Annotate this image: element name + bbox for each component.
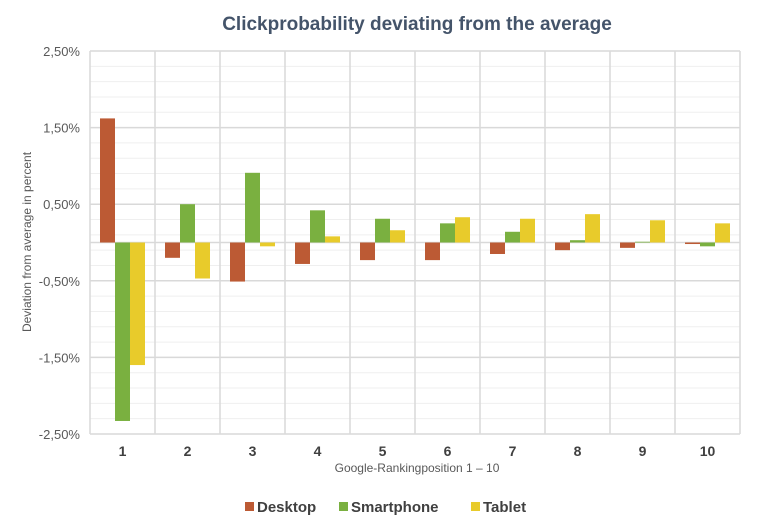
y-tick-label: 0,50%: [43, 197, 80, 212]
bar-smartphone-3: [245, 172, 260, 243]
bar-desktop-2: [165, 242, 180, 258]
x-tick-label: 1: [119, 443, 127, 459]
bar-smartphone-7: [505, 231, 520, 243]
bar-smartphone-2: [180, 204, 195, 243]
bar-desktop-1: [100, 118, 115, 243]
bar-smartphone-10: [700, 242, 715, 247]
bar-tablet-1: [130, 242, 145, 366]
bar-smartphone-5: [375, 218, 390, 243]
legend-swatch-desktop: [245, 502, 254, 511]
legend: Desktop Smartphone Tablet: [245, 499, 526, 516]
bar-smartphone-9: [635, 241, 650, 243]
bar-smartphone-8: [570, 240, 585, 243]
bar-tablet-2: [195, 242, 210, 279]
bar-tablet-9: [650, 220, 665, 243]
bar-smartphone-4: [310, 210, 325, 243]
y-axis-label: Deviation from average in percent: [20, 151, 34, 332]
bar-desktop-3: [230, 242, 245, 282]
y-tick-label: -1,50%: [39, 350, 81, 365]
bar-tablet-6: [455, 217, 470, 243]
bar-smartphone-6: [440, 223, 455, 243]
y-tick-label: -2,50%: [39, 427, 81, 442]
legend-swatch-tablet: [471, 502, 480, 511]
legend-label-desktop: Desktop: [257, 499, 316, 516]
x-tick-label: 3: [249, 443, 257, 459]
x-axis-label: Google-Rankingposition 1 – 10: [335, 461, 500, 475]
bar-tablet-5: [390, 230, 405, 243]
bar-tablet-8: [585, 214, 600, 243]
chart-title: Clickprobability deviating from the aver…: [222, 14, 612, 35]
y-tick-label: 2,50%: [43, 44, 80, 59]
y-tick-label: 1,50%: [43, 121, 80, 136]
bar-desktop-5: [360, 242, 375, 261]
legend-label-smartphone: Smartphone: [351, 499, 439, 516]
bar-desktop-6: [425, 242, 440, 261]
bar-desktop-9: [620, 242, 635, 248]
bar-tablet-10: [715, 223, 730, 243]
legend-label-tablet: Tablet: [483, 499, 526, 516]
bar-tablet-3: [260, 242, 275, 247]
x-tick-label: 4: [314, 443, 322, 459]
x-tick-label: 9: [639, 443, 647, 459]
bar-desktop-10: [685, 242, 700, 245]
x-axis-ticks: 1 2 3 4 5 6 7 8 9 10: [119, 443, 716, 459]
x-tick-label: 5: [379, 443, 387, 459]
bar-tablet-4: [325, 236, 340, 243]
x-tick-label: 7: [509, 443, 517, 459]
x-tick-label: 2: [184, 443, 192, 459]
x-tick-label: 10: [700, 443, 716, 459]
x-tick-label: 6: [444, 443, 452, 459]
x-tick-label: 8: [574, 443, 582, 459]
bar-desktop-4: [295, 242, 310, 264]
bar-smartphone-1: [115, 242, 130, 421]
bar-tablet-7: [520, 218, 535, 243]
bar-desktop-7: [490, 242, 505, 254]
bar-desktop-8: [555, 242, 570, 251]
y-axis-ticks: 2,50% 1,50% 0,50% -0,50% -1,50% -2,50%: [39, 44, 81, 442]
y-tick-label: -0,50%: [39, 274, 81, 289]
legend-swatch-smartphone: [339, 502, 348, 511]
chart: Clickprobability deviating from the aver…: [20, 14, 741, 516]
